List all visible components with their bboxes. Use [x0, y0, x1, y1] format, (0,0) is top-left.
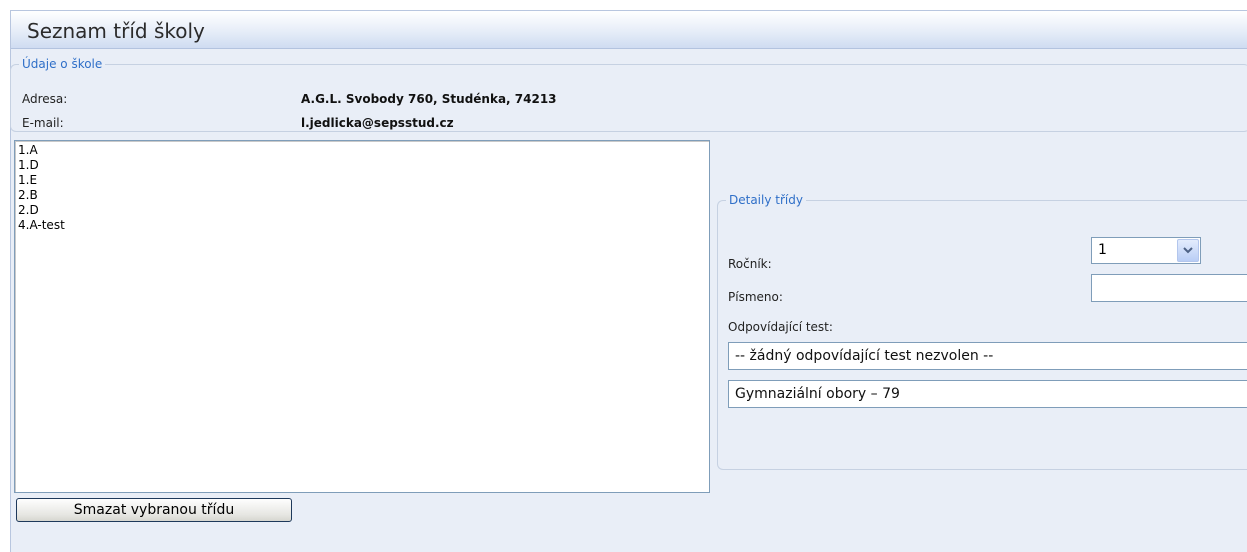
title-bar: Seznam tříd školy: [11, 11, 1247, 49]
delete-class-button[interactable]: Smazat vybranou třídu: [16, 498, 292, 522]
email-value: l.jedlicka@sepsstud.cz: [301, 116, 454, 130]
list-item[interactable]: 1.E: [17, 173, 709, 188]
address-label: Adresa:: [22, 92, 68, 106]
list-item[interactable]: 1.A: [17, 143, 709, 158]
school-info-group: Údaje o škole: [10, 57, 1247, 132]
address-value: A.G.L. Svobody 760, Studénka, 74213: [301, 92, 557, 106]
test-label: Odpovídající test:: [728, 320, 833, 334]
test-select[interactable]: -- žádný odpovídající test nezvolen --: [728, 342, 1247, 370]
class-listbox[interactable]: 1.A 1.D 1.E 2.B 2.D 4.A-test: [14, 140, 710, 493]
list-item[interactable]: 4.A-test: [17, 218, 709, 233]
list-item[interactable]: 1.D: [17, 158, 709, 173]
page-title: Seznam tříd školy: [27, 19, 205, 43]
address-row: Adresa: A.G.L. Svobody 760, Studénka, 74…: [22, 92, 557, 106]
letter-label: Písmeno:: [728, 290, 783, 304]
class-details-legend: Detaily třídy: [729, 193, 803, 207]
year-label: Ročník:: [728, 257, 772, 271]
year-select[interactable]: 1: [1091, 237, 1201, 264]
program-select[interactable]: Gymnaziální obory – 79: [728, 380, 1247, 408]
year-select-value: 1: [1098, 242, 1107, 258]
list-item[interactable]: 2.B: [17, 188, 709, 203]
email-label: E-mail:: [22, 116, 64, 130]
chevron-down-icon[interactable]: [1177, 239, 1199, 262]
school-info-legend: Údaje o škole: [22, 57, 103, 71]
email-row: E-mail: l.jedlicka@sepsstud.cz: [22, 116, 454, 130]
list-item[interactable]: 2.D: [17, 203, 709, 218]
letter-input[interactable]: [1091, 274, 1247, 302]
